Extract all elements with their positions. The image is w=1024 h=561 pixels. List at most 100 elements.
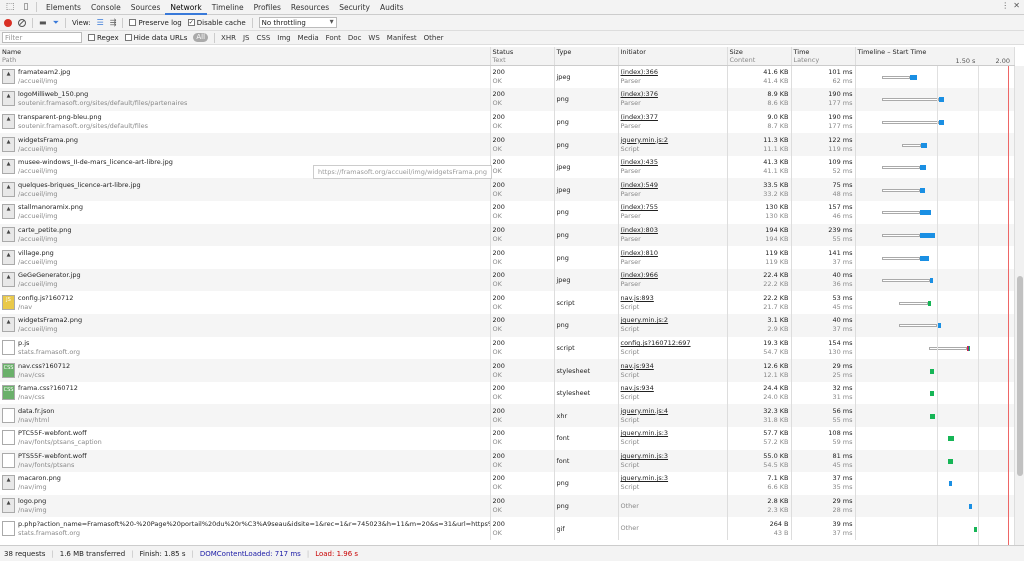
tab-resources[interactable]: Resources xyxy=(286,0,334,15)
table-row[interactable]: PTC55F-webfont.woff /nav/fonts/ptsans_ca… xyxy=(0,427,1015,450)
request-name[interactable]: PTS55F-webfont.woff xyxy=(2,452,488,461)
column-status[interactable]: Status Text xyxy=(490,47,555,66)
table-row[interactable]: ▲ village.png /accueil/img 200 OK png (i… xyxy=(0,246,1015,269)
tab-timeline[interactable]: Timeline xyxy=(207,0,249,15)
request-name[interactable]: stallmanoramix.png xyxy=(2,203,488,212)
filter-type-manifest[interactable]: Manifest xyxy=(387,34,417,42)
column-initiator[interactable]: Initiator xyxy=(618,47,728,66)
request-name[interactable]: GeGeGenerator.jpg xyxy=(2,271,488,280)
table-row[interactable]: ▲ widgetsFrama2.png /accueil/img 200 OK … xyxy=(0,314,1015,337)
table-row[interactable]: PTS55F-webfont.woff /nav/fonts/ptsans 20… xyxy=(0,449,1015,473)
more-menu-icon[interactable]: ⋮ xyxy=(1001,1,1009,10)
initiator-link[interactable]: (index):435 xyxy=(621,158,725,167)
table-row[interactable]: ▲ logo.png /nav/img 200 OK png Other 2.8… xyxy=(0,494,1015,518)
tab-console[interactable]: Console xyxy=(86,0,126,15)
tab-audits[interactable]: Audits xyxy=(375,0,409,15)
column-time[interactable]: Time Latency xyxy=(791,47,856,66)
request-name[interactable]: transparent-png-bleu.png xyxy=(2,113,488,122)
initiator-link[interactable]: nav.js:934 xyxy=(621,362,725,371)
initiator-link[interactable]: jquery.min.js:3 xyxy=(621,474,725,483)
filter-type-ws[interactable]: WS xyxy=(368,34,379,42)
initiator-link[interactable]: config.js?160712:697 xyxy=(621,339,725,348)
initiator-link[interactable]: (index):366 xyxy=(621,68,725,77)
capture-screenshots-icon[interactable]: ▬ xyxy=(39,18,47,27)
request-name[interactable]: macaron.png xyxy=(2,474,488,483)
filter-type-other[interactable]: Other xyxy=(424,34,444,42)
table-row[interactable]: ▲ macaron.png /nav/img 200 OK png jquery… xyxy=(0,472,1015,495)
initiator-link[interactable]: (index):803 xyxy=(621,226,725,235)
table-row[interactable]: p.php?action_name=Framasoft%20-%20Page%2… xyxy=(0,517,1015,540)
request-name[interactable]: logoMilliweb_150.png xyxy=(2,90,488,99)
request-name[interactable]: data.fr.json xyxy=(2,407,488,416)
initiator-link[interactable]: (index):377 xyxy=(621,113,725,122)
filter-type-xhr[interactable]: XHR xyxy=(221,34,236,42)
table-row[interactable]: ▲ stallmanoramix.png /accueil/img 200 OK… xyxy=(0,201,1015,224)
filter-type-media[interactable]: Media xyxy=(298,34,319,42)
request-name[interactable]: p.js xyxy=(2,339,488,348)
request-name[interactable]: p.php?action_name=Framasoft%20-%20Page%2… xyxy=(2,520,489,529)
filter-type-font[interactable]: Font xyxy=(326,34,341,42)
tab-sources[interactable]: Sources xyxy=(126,0,166,15)
request-name[interactable]: frama.css?160712 xyxy=(2,384,488,393)
regex-checkbox[interactable]: Regex xyxy=(88,34,119,42)
initiator-link[interactable]: jquery.min.js:2 xyxy=(621,316,725,325)
table-row[interactable]: ▲ framateam2.jpg /accueil/img 200 OK jpe… xyxy=(0,65,1015,89)
close-devtools-icon[interactable]: ✕ xyxy=(1013,1,1020,10)
tab-profiles[interactable]: Profiles xyxy=(249,0,286,15)
initiator-link[interactable]: (index):376 xyxy=(621,90,725,99)
table-row[interactable]: p.js stats.framasoft.org 200 OK script c… xyxy=(0,336,1015,360)
request-name[interactable]: nav.css?160712 xyxy=(2,362,488,371)
table-row[interactable]: CSS frama.css?160712 /nav/css 200 OK sty… xyxy=(0,381,1015,405)
tab-security[interactable]: Security xyxy=(334,0,375,15)
table-row[interactable]: CSS nav.css?160712 /nav/css 200 OK style… xyxy=(0,359,1015,382)
preserve-log-checkbox[interactable]: Preserve log xyxy=(129,19,182,27)
filter-input[interactable]: Filter xyxy=(2,32,82,43)
filter-type-doc[interactable]: Doc xyxy=(348,34,362,42)
table-row[interactable]: ▲ carte_petite.png /accueil/img 200 OK p… xyxy=(0,223,1015,247)
vertical-scrollbar[interactable] xyxy=(1014,66,1024,545)
table-row[interactable]: ▲ quelques-briques_licence-art-libre.jpg… xyxy=(0,178,1015,202)
filter-icon[interactable]: ⏷ xyxy=(53,18,59,28)
table-row[interactable]: ▲ GeGeGenerator.jpg /accueil/img 200 OK … xyxy=(0,268,1015,292)
initiator-link[interactable]: jquery.min.js:3 xyxy=(621,452,725,461)
initiator-link[interactable]: (index):755 xyxy=(621,203,725,212)
initiator-link[interactable]: nav.js:934 xyxy=(621,384,725,393)
table-row[interactable]: ▲ transparent-png-bleu.png soutenir.fram… xyxy=(0,110,1015,134)
tab-elements[interactable]: Elements xyxy=(41,0,86,15)
table-row[interactable]: ▲ musee-windows_II-de-mars_licence-art-l… xyxy=(0,155,1015,179)
initiator-link[interactable]: jquery.min.js:4 xyxy=(621,407,725,416)
request-name[interactable]: logo.png xyxy=(2,497,488,506)
column-type[interactable]: Type xyxy=(554,47,619,66)
disable-cache-checkbox[interactable]: ✓ Disable cache xyxy=(187,19,246,27)
initiator-link[interactable]: (index):549 xyxy=(621,181,725,190)
initiator-link[interactable]: jquery.min.js:3 xyxy=(621,429,725,438)
record-icon[interactable] xyxy=(4,18,12,27)
request-name[interactable]: config.js?160712 xyxy=(2,294,488,303)
request-name[interactable]: carte_petite.png xyxy=(2,226,488,235)
request-name[interactable]: framateam2.jpg xyxy=(2,68,488,77)
column-size[interactable]: Size Content xyxy=(727,47,792,66)
table-row[interactable]: JS config.js?160712 /nav 200 OK script n… xyxy=(0,291,1015,315)
filter-type-js[interactable]: JS xyxy=(243,34,250,42)
inspect-element-icon[interactable]: ⬚ xyxy=(4,1,16,13)
scrollbar-thumb[interactable] xyxy=(1017,276,1023,476)
request-name[interactable]: widgetsFrama.png xyxy=(2,136,488,145)
initiator-link[interactable]: nav.js:893 xyxy=(621,294,725,303)
request-name[interactable]: village.png xyxy=(2,249,488,258)
device-mode-icon[interactable]: ▯ xyxy=(20,1,32,13)
initiator-link[interactable]: (index):810 xyxy=(621,249,725,258)
initiator-link[interactable]: jquery.min.js:2 xyxy=(621,136,725,145)
column-timeline[interactable]: Timeline – Start Time 1.50 s 2.00 xyxy=(855,47,1015,66)
initiator-link[interactable]: (index):966 xyxy=(621,271,725,280)
overview-icon[interactable]: ⇶ xyxy=(110,18,117,27)
clear-icon[interactable] xyxy=(18,18,26,27)
request-name[interactable]: widgetsFrama2.png xyxy=(2,316,488,325)
filter-all-button[interactable]: All xyxy=(193,33,209,42)
request-name[interactable]: quelques-briques_licence-art-libre.jpg xyxy=(2,181,488,190)
filter-type-img[interactable]: Img xyxy=(277,34,290,42)
request-name[interactable]: PTC55F-webfont.woff xyxy=(2,429,488,438)
large-rows-icon[interactable]: ☰ xyxy=(97,18,104,27)
table-row[interactable]: ▲ logoMilliweb_150.png soutenir.framasof… xyxy=(0,88,1015,111)
hide-data-urls-checkbox[interactable]: Hide data URLs xyxy=(124,34,187,42)
column-name[interactable]: Name Path xyxy=(0,47,491,66)
